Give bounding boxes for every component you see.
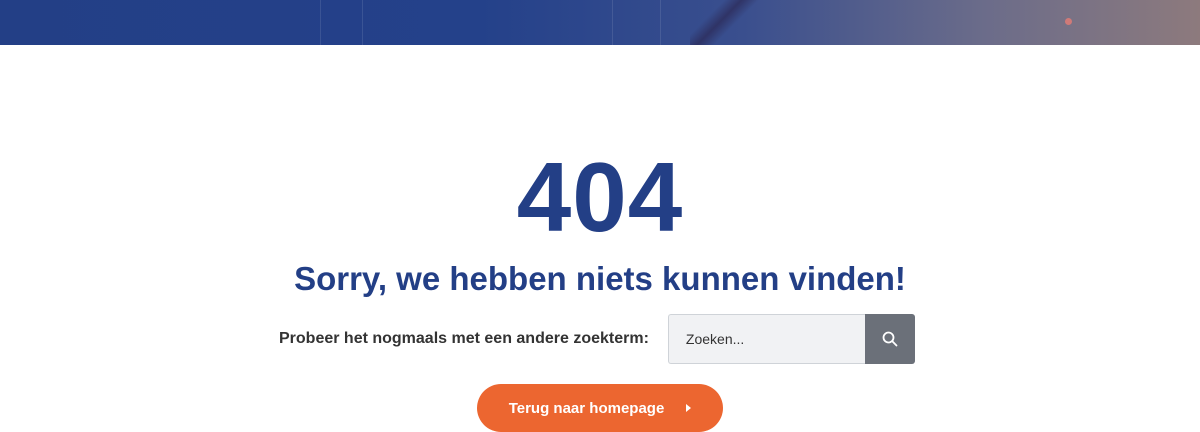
search-icon: [882, 331, 898, 347]
error-heading: Sorry, we hebben niets kunnen vinden!: [294, 260, 906, 297]
search-prompt: Probeer het nogmaals met een andere zoek…: [279, 330, 649, 347]
hero-banner: [0, 0, 1200, 45]
scaffold-line: [660, 0, 661, 45]
error-code: 404: [516, 142, 684, 252]
search-input[interactable]: [667, 314, 865, 364]
banner-light: [1065, 18, 1072, 25]
scaffold-line: [320, 0, 321, 45]
scaffold-line: [362, 0, 363, 45]
search-form: Probeer het nogmaals met een andere zoek…: [279, 314, 915, 364]
crane-shape: [690, 0, 760, 45]
back-to-homepage-button[interactable]: Terug naar homepage: [477, 384, 723, 432]
caret-right-icon: [686, 404, 692, 412]
scaffold-line: [612, 0, 613, 45]
search-button[interactable]: [864, 314, 915, 364]
back-to-homepage-label: Terug naar homepage: [508, 399, 665, 417]
